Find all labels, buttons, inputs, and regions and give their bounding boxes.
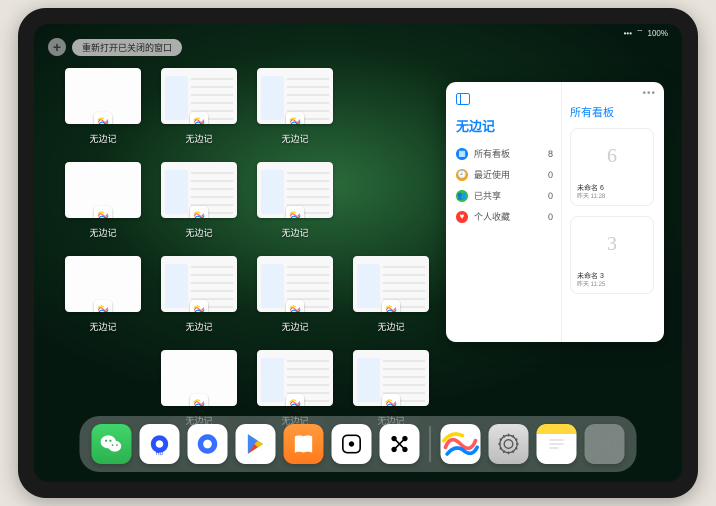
people-icon: 👥 bbox=[456, 190, 468, 202]
window-thumbnail bbox=[257, 350, 333, 406]
dock: HD bbox=[80, 416, 637, 472]
switcher-card[interactable]: 无边记 bbox=[160, 162, 238, 250]
dock-divider bbox=[430, 426, 431, 462]
app-library-icon[interactable] bbox=[585, 424, 625, 464]
grid-icon: ▦ bbox=[456, 148, 468, 160]
filter-item[interactable]: 🕘 最近使用 0 bbox=[456, 164, 553, 185]
window-thumbnail bbox=[257, 68, 333, 124]
switcher-card[interactable]: 无边记 bbox=[64, 162, 142, 250]
switcher-card[interactable]: 无边记 bbox=[352, 256, 430, 344]
settings-icon[interactable] bbox=[489, 424, 529, 464]
window-label: 无边记 bbox=[89, 226, 116, 239]
switcher-card[interactable]: 无边记 bbox=[64, 256, 142, 344]
switcher-card[interactable]: 无边记 bbox=[160, 256, 238, 344]
window-label: 无边记 bbox=[185, 320, 212, 333]
board-card[interactable]: 3未命名 3昨天 11:25 bbox=[570, 216, 654, 294]
filter-label: 所有看板 bbox=[474, 147, 510, 160]
window-thumbnail bbox=[65, 162, 141, 218]
freeform-app-icon bbox=[286, 206, 304, 218]
notes-icon[interactable] bbox=[537, 424, 577, 464]
wechat-icon[interactable] bbox=[92, 424, 132, 464]
new-window-button[interactable]: + bbox=[48, 38, 66, 56]
switcher-card[interactable]: 无边记 bbox=[256, 162, 334, 250]
window-label: 无边记 bbox=[185, 226, 212, 239]
filter-count: 0 bbox=[548, 170, 553, 180]
quark-hd-icon[interactable]: HD bbox=[140, 424, 180, 464]
svg-text:HD: HD bbox=[156, 451, 164, 457]
books-icon[interactable] bbox=[284, 424, 324, 464]
freeform-app-icon bbox=[286, 394, 304, 406]
screen: ••• ⌔ 100% + 重新打开已关闭的窗口 无边记无边记无边记无边记无边记无… bbox=[34, 24, 682, 482]
freeform-app-icon bbox=[190, 206, 208, 218]
sidebar-toggle-icon[interactable] bbox=[456, 92, 470, 110]
window-thumbnail bbox=[353, 256, 429, 312]
dice-icon[interactable] bbox=[332, 424, 372, 464]
freeform-popover: 无边记 ▦所有看板8🕘最近使用0👥已共享0♥个人收藏0 ••• 所有看板 6未命… bbox=[446, 82, 664, 342]
app-switcher: 无边记无边记无边记无边记无边记无边记无边记无边记无边记无边记无边记无边记无边记 bbox=[64, 68, 434, 428]
freeform-app-icon bbox=[94, 300, 112, 312]
popover-main: ••• 所有看板 6未命名 6昨天 11:28 3未命名 3昨天 11:25 bbox=[562, 82, 664, 342]
filter-label: 最近使用 bbox=[474, 168, 510, 181]
matrix-icon[interactable] bbox=[380, 424, 420, 464]
switcher-card[interactable]: 无边记 bbox=[256, 68, 334, 156]
filter-label: 已共享 bbox=[474, 189, 501, 202]
window-thumbnail bbox=[65, 256, 141, 312]
window-thumbnail bbox=[353, 350, 429, 406]
switcher-card[interactable]: 无边记 bbox=[256, 256, 334, 344]
board-card[interactable]: 6未命名 6昨天 11:28 bbox=[570, 128, 654, 206]
window-label: 无边记 bbox=[185, 132, 212, 145]
window-thumbnail bbox=[257, 256, 333, 312]
window-label: 无边记 bbox=[281, 226, 308, 239]
window-thumbnail bbox=[65, 68, 141, 124]
window-label: 无边记 bbox=[89, 320, 116, 333]
status-bar: ••• ⌔ 100% bbox=[624, 28, 668, 38]
freeform-app-icon bbox=[190, 300, 208, 312]
window-label: 无边记 bbox=[281, 320, 308, 333]
window-thumbnail bbox=[161, 350, 237, 406]
freeform-app-icon bbox=[286, 300, 304, 312]
play-store-icon[interactable] bbox=[236, 424, 276, 464]
freeform-app-icon bbox=[94, 112, 112, 124]
window-thumbnail bbox=[161, 68, 237, 124]
freeform-app-icon bbox=[382, 300, 400, 312]
switcher-card[interactable]: 无边记 bbox=[160, 68, 238, 156]
freeform-app-icon bbox=[190, 394, 208, 406]
filter-item[interactable]: 👥 已共享 0 bbox=[456, 185, 553, 206]
signal-icon: ••• bbox=[624, 29, 632, 38]
filter-item[interactable]: ▦ 所有看板 8 bbox=[456, 143, 553, 164]
ipad-frame: ••• ⌔ 100% + 重新打开已关闭的窗口 无边记无边记无边记无边记无边记无… bbox=[18, 8, 698, 498]
board-meta: 未命名 6昨天 11:28 bbox=[571, 183, 653, 205]
top-controls: + 重新打开已关闭的窗口 bbox=[48, 38, 182, 56]
freeform-app-icon bbox=[286, 112, 304, 124]
filter-count: 8 bbox=[548, 149, 553, 159]
filter-count: 0 bbox=[548, 212, 553, 222]
freeform-icon[interactable] bbox=[441, 424, 481, 464]
window-label: 无边记 bbox=[89, 132, 116, 145]
battery-label: 100% bbox=[648, 29, 668, 38]
window-thumbnail bbox=[161, 256, 237, 312]
wifi-icon: ⌔ bbox=[636, 28, 644, 38]
quark-icon[interactable] bbox=[188, 424, 228, 464]
heart-icon: ♥ bbox=[456, 211, 468, 223]
switcher-card[interactable]: 无边记 bbox=[64, 68, 142, 156]
filter-item[interactable]: ♥ 个人收藏 0 bbox=[456, 206, 553, 227]
freeform-app-icon bbox=[94, 206, 112, 218]
clock-icon: 🕘 bbox=[456, 169, 468, 181]
window-label: 无边记 bbox=[377, 320, 404, 333]
board-preview: 6 bbox=[571, 129, 653, 183]
filter-count: 0 bbox=[548, 191, 553, 201]
window-thumbnail bbox=[257, 162, 333, 218]
window-label: 无边记 bbox=[281, 132, 308, 145]
more-button[interactable]: ••• bbox=[642, 88, 656, 99]
freeform-app-icon bbox=[382, 394, 400, 406]
popover-right-title: 所有看板 bbox=[570, 104, 656, 120]
popover-title: 无边记 bbox=[456, 116, 553, 135]
reopen-closed-window-button[interactable]: 重新打开已关闭的窗口 bbox=[72, 39, 182, 56]
board-preview: 3 bbox=[571, 217, 653, 271]
window-thumbnail bbox=[161, 162, 237, 218]
filter-label: 个人收藏 bbox=[474, 210, 510, 223]
popover-sidebar: 无边记 ▦ 所有看板 8 🕘 最近使用 0 👥 已共享 0 ♥ 个人收藏 0 bbox=[446, 82, 562, 342]
freeform-app-icon bbox=[190, 112, 208, 124]
board-meta: 未命名 3昨天 11:25 bbox=[571, 271, 653, 293]
